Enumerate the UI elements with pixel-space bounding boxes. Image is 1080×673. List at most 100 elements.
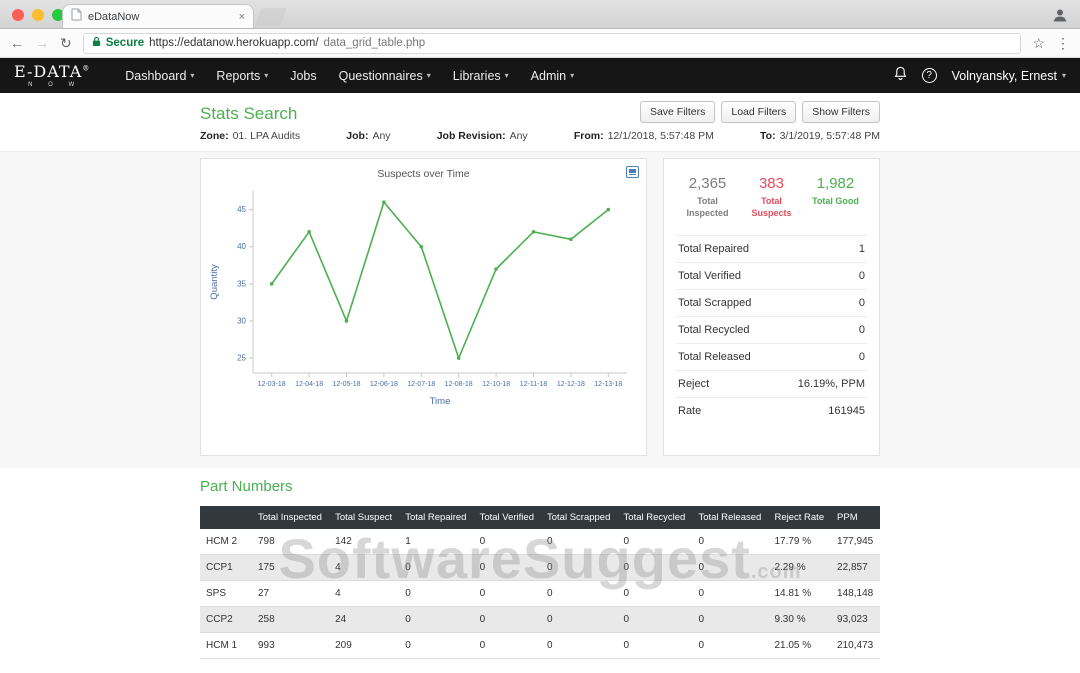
nav-item-dashboard[interactable]: Dashboard▾ <box>114 58 205 93</box>
edata-logo[interactable]: E-DATA® N O W <box>14 64 90 88</box>
svg-text:12-07-18: 12-07-18 <box>407 381 435 388</box>
total-total-inspected: 2,365Total Inspected <box>676 175 739 219</box>
svg-text:12-04-18: 12-04-18 <box>295 381 323 388</box>
total-total-good: 1,982Total Good <box>804 175 867 219</box>
table-cell: 0 <box>618 555 693 581</box>
url-domain: https://edatanow.herokuapp.com/ <box>149 37 318 49</box>
window-titlebar: eDataNow × <box>0 0 1080 29</box>
table-cell: 0 <box>541 581 618 607</box>
page-title: Stats Search <box>200 105 297 123</box>
svg-text:Quantity: Quantity <box>209 264 220 300</box>
total-value: 1,982 <box>804 175 867 192</box>
browser-menu-icon[interactable]: ⋮ <box>1056 36 1070 50</box>
total-value: 383 <box>740 175 803 192</box>
show-filters-button[interactable]: Show Filters <box>802 101 880 123</box>
summary-row-total-repaired: Total Repaired 1 <box>676 235 867 262</box>
browser-toolbar: ← → ↻ Secure https://edatanow.herokuapp.… <box>0 29 1080 58</box>
summary-row-rate: Rate161945 <box>676 397 867 424</box>
chevron-down-icon: ▾ <box>570 71 574 80</box>
table-cell: 22,857 <box>831 555 880 581</box>
summary-row-total-verified: Total Verified 0 <box>676 262 867 289</box>
chevron-down-icon: ▾ <box>190 71 194 80</box>
table-cell: 0 <box>618 529 693 555</box>
table-cell: 27 <box>252 581 329 607</box>
load-filters-button[interactable]: Load Filters <box>721 101 796 123</box>
total-total-suspects: 383 Total Suspects <box>740 175 803 219</box>
nav-item-questionnaires[interactable]: Questionnaires▾ <box>328 58 442 93</box>
svg-text:12-08-18: 12-08-18 <box>445 381 473 388</box>
svg-text:45: 45 <box>237 205 246 214</box>
total-value: 2,365 <box>676 175 739 192</box>
tab-close-icon[interactable]: × <box>239 11 245 23</box>
table-cell: 0 <box>541 607 618 633</box>
table-row: HCM 27981421000017.79 %177,945 <box>200 529 880 555</box>
chart-export-icon[interactable] <box>626 166 639 178</box>
suspects-chart-panel: Suspects over Time 253035404512-03-1812-… <box>200 158 647 456</box>
url-path: data_grid_table.php <box>324 37 426 49</box>
svg-text:12-13-18: 12-13-18 <box>594 381 622 388</box>
back-icon[interactable]: ← <box>10 36 24 50</box>
nav-item-reports[interactable]: Reports ▾ <box>205 58 279 93</box>
table-cell: 4 <box>329 555 399 581</box>
summary-row-label: Total Repaired <box>678 243 749 255</box>
tab-title: eDataNow <box>88 11 233 23</box>
nav-item-libraries[interactable]: Libraries▾ <box>442 58 520 93</box>
table-cell: 93,023 <box>831 607 880 633</box>
secure-badge: Secure <box>106 37 144 49</box>
table-cell: 0 <box>618 581 693 607</box>
part-table-body: HCM 27981421000017.79 %177,945CCP1175400… <box>200 529 880 659</box>
summary-panel: 2,365Total Inspected383 Total Suspects1,9… <box>663 158 880 456</box>
table-cell: 0 <box>692 529 768 555</box>
svg-text:25: 25 <box>237 354 246 363</box>
filter-label: To: <box>760 130 776 142</box>
table-cell: 0 <box>474 607 541 633</box>
svg-text:12-05-18: 12-05-18 <box>332 381 360 388</box>
user-name: Volnyansky, Ernest <box>952 69 1057 83</box>
nav-item-label: Admin <box>531 69 566 83</box>
bookmark-star-icon[interactable]: ☆ <box>1032 36 1045 50</box>
forward-icon[interactable]: → <box>35 36 49 50</box>
browser-tab[interactable]: eDataNow × <box>62 4 254 28</box>
table-cell: 2.29 % <box>768 555 831 581</box>
minimize-window-button[interactable] <box>32 9 44 21</box>
svg-text:12-10-18: 12-10-18 <box>482 381 510 388</box>
summary-row-label: Total Recycled <box>678 324 750 336</box>
nav-item-admin[interactable]: Admin ▾ <box>520 58 585 93</box>
summary-row-reject: Reject16.19%, PPM <box>676 370 867 397</box>
new-tab-button[interactable] <box>255 8 287 26</box>
reload-icon[interactable]: ↻ <box>60 36 72 50</box>
help-icon[interactable]: ? <box>922 68 937 83</box>
table-cell: 0 <box>541 555 618 581</box>
close-window-button[interactable] <box>12 9 24 21</box>
save-filters-button[interactable]: Save Filters <box>640 101 715 123</box>
summary-totals: 2,365Total Inspected383 Total Suspects1,9… <box>676 175 867 219</box>
part-table-head-row: Total InspectedTotal SuspectTotal Repair… <box>200 506 880 529</box>
total-label: Total Suspects <box>740 196 803 219</box>
table-cell: 177,945 <box>831 529 880 555</box>
svg-text:30: 30 <box>237 317 246 326</box>
column-header-blank <box>200 506 252 529</box>
summary-row-value: 16.19%, PPM <box>798 378 865 390</box>
nav-item-jobs[interactable]: Jobs <box>279 58 327 93</box>
filter-to: To:3/1/2019, 5:57:48 PM <box>760 130 880 142</box>
table-row: CCP225824000009.30 %93,023 <box>200 607 880 633</box>
table-cell: 1 <box>399 529 473 555</box>
chevron-down-icon: ▾ <box>264 71 268 80</box>
summary-row-value: 1 <box>859 243 865 255</box>
summary-row-total-recycled: Total Recycled 0 <box>676 316 867 343</box>
profile-icon[interactable] <box>1052 7 1068 28</box>
column-header-total-suspect: Total Suspect <box>329 506 399 529</box>
summary-row-value: 0 <box>859 324 865 336</box>
notifications-bell-icon[interactable] <box>894 66 907 86</box>
summary-row-value: 0 <box>859 270 865 282</box>
table-cell: 0 <box>474 555 541 581</box>
logo-subtext: N O W <box>14 82 90 88</box>
table-cell: 0 <box>399 555 473 581</box>
part-numbers-table: Total InspectedTotal SuspectTotal Repair… <box>200 506 880 659</box>
address-bar[interactable]: Secure https://edatanow.herokuapp.com/ d… <box>83 33 1022 54</box>
nav-item-label: Reports <box>216 69 260 83</box>
summary-row-label: Total Verified <box>678 270 741 282</box>
chevron-down-icon: ▾ <box>427 71 431 80</box>
table-cell: 148,148 <box>831 581 880 607</box>
user-menu[interactable]: Volnyansky, Ernest ▾ <box>952 69 1066 83</box>
